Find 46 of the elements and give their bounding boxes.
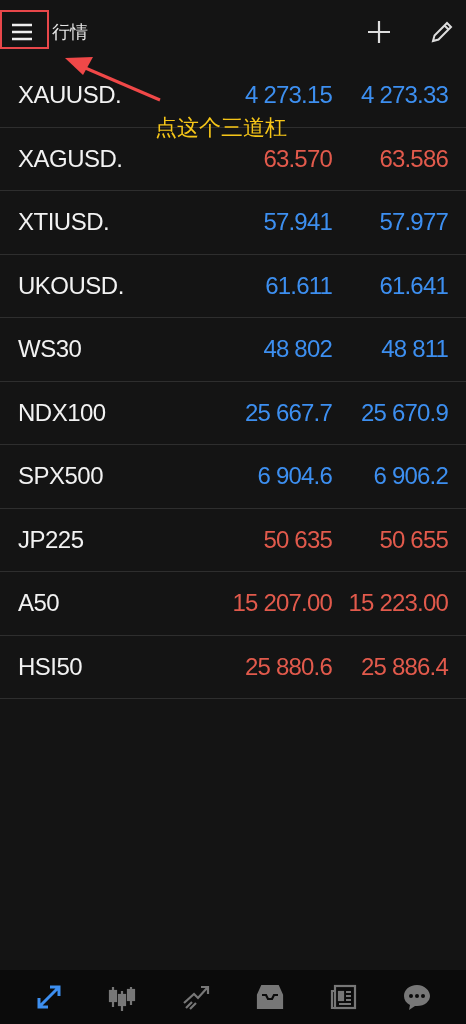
ask-price: 25 886.4 bbox=[359, 652, 448, 681]
bid-price: 48 802 bbox=[262, 335, 332, 364]
bid-price: 61.611 bbox=[264, 271, 332, 300]
menu-button[interactable] bbox=[10, 22, 34, 42]
pencil-icon bbox=[430, 20, 454, 44]
quote-row[interactable]: UKOUSD. 61.611 61.641 bbox=[0, 254, 466, 318]
bid-price: 4 273.15 bbox=[243, 81, 332, 110]
ask-price: 63.586 bbox=[378, 144, 448, 173]
quote-row[interactable]: A50 15 207.00 15 223.00 bbox=[0, 572, 466, 636]
symbol-name: HSI50 bbox=[18, 652, 84, 681]
edit-button[interactable] bbox=[430, 20, 454, 44]
ask-price: 6 906.2 bbox=[372, 462, 448, 491]
symbol-name: A50 bbox=[18, 589, 61, 618]
ask-price: 50 655 bbox=[378, 525, 448, 554]
bid-price: 57.941 bbox=[262, 208, 332, 237]
ask-price: 61.641 bbox=[378, 271, 448, 300]
symbol-name: XTIUSD. bbox=[18, 208, 111, 237]
symbol-name: XAGUSD. bbox=[18, 144, 124, 173]
symbol-name: SPX500 bbox=[18, 462, 105, 491]
bid-price: 15 207.00 bbox=[231, 589, 332, 618]
bid-price: 63.570 bbox=[262, 144, 332, 173]
symbol-name: NDX100 bbox=[18, 398, 107, 427]
bid-price: 6 904.6 bbox=[256, 462, 332, 491]
symbol-name: JP225 bbox=[18, 525, 85, 554]
highlight-frame bbox=[0, 10, 50, 50]
quote-row[interactable]: HSI50 25 880.6 25 886.4 bbox=[0, 635, 466, 699]
symbol-name: XAUUSD. bbox=[18, 81, 123, 110]
quote-row[interactable]: XTIUSD. 57.941 57.977 bbox=[0, 191, 466, 255]
add-button[interactable] bbox=[366, 19, 392, 45]
plus-icon bbox=[366, 19, 392, 45]
quote-row[interactable]: NDX100 25 667.7 25 670.9 bbox=[0, 381, 466, 445]
ask-price: 57.977 bbox=[378, 208, 448, 237]
quote-row[interactable]: SPX500 6 904.6 6 906.2 bbox=[0, 445, 466, 509]
menu-icon bbox=[10, 22, 34, 42]
quote-row[interactable]: JP225 50 635 50 655 bbox=[0, 508, 466, 572]
symbol-name: WS30 bbox=[18, 335, 83, 364]
bid-price: 25 880.6 bbox=[243, 652, 332, 681]
screen-title: 行情 bbox=[52, 21, 89, 44]
ask-price: 25 670.9 bbox=[359, 398, 448, 427]
symbol-name: UKOUSD. bbox=[18, 271, 125, 300]
quote-row[interactable]: WS30 48 802 48 811 bbox=[0, 318, 466, 382]
ask-price: 15 223.00 bbox=[347, 589, 448, 618]
bid-price: 50 635 bbox=[262, 525, 332, 554]
bid-price: 25 667.7 bbox=[243, 398, 332, 427]
ask-price: 4 273.33 bbox=[359, 81, 448, 110]
ask-price: 48 811 bbox=[380, 335, 448, 364]
